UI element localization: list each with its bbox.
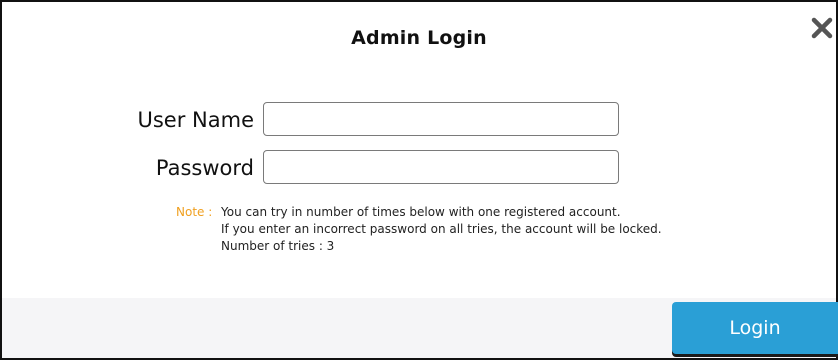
note-text-2: If you enter an incorrect password on al… (221, 222, 662, 236)
login-button[interactable]: Login (672, 302, 838, 354)
username-input[interactable] (263, 102, 619, 136)
password-row: Password (2, 150, 836, 186)
close-icon[interactable] (810, 16, 834, 40)
note-text-3: Number of tries : 3 (221, 239, 335, 253)
username-row: User Name (2, 102, 836, 138)
note-line-1: Note : You can try in number of times bel… (176, 204, 662, 221)
password-input[interactable] (263, 150, 619, 184)
login-note: Note : You can try in number of times bel… (176, 204, 662, 255)
note-text-1: You can try in number of times below wit… (221, 205, 621, 219)
note-label: Note : (176, 205, 213, 219)
dialog-title: Admin Login (351, 27, 487, 49)
username-label: User Name (137, 108, 255, 132)
password-label: Password (155, 156, 254, 180)
